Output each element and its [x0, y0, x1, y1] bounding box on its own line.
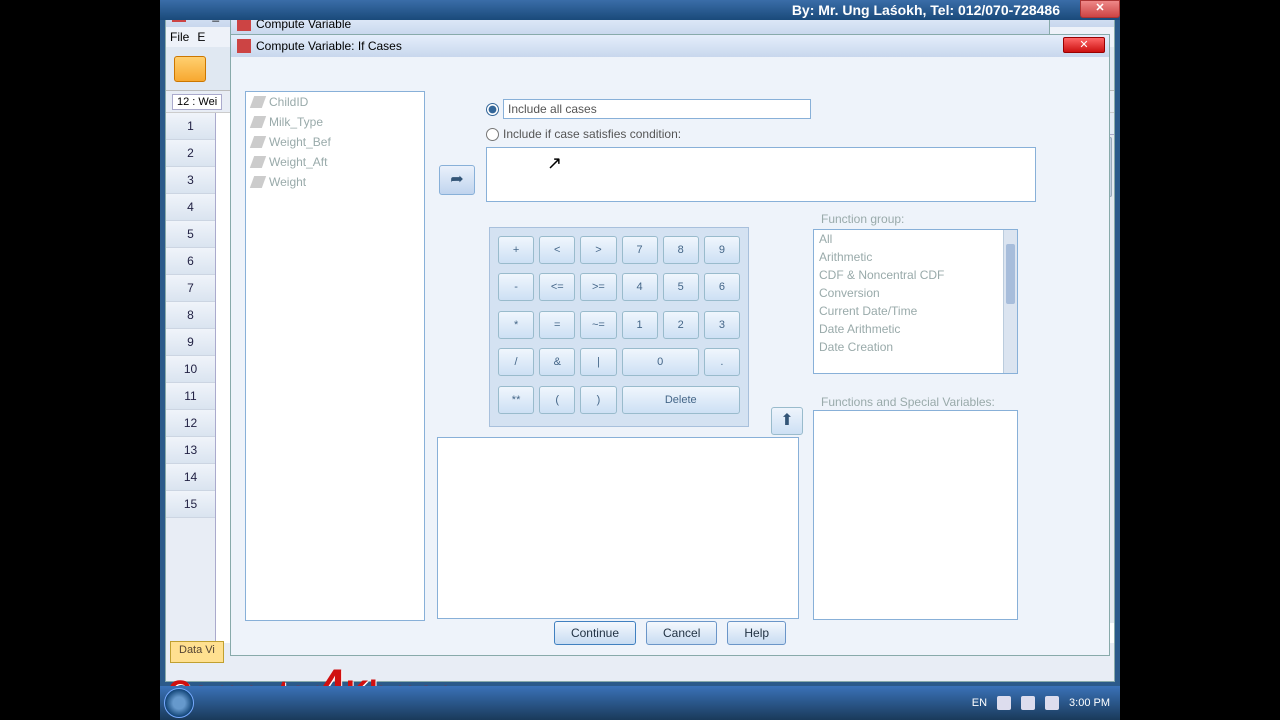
cursor-icon: [547, 153, 561, 171]
functions-special-list[interactable]: [813, 410, 1018, 620]
kp-lparen[interactable]: (: [539, 386, 575, 414]
kp-dot[interactable]: .: [704, 348, 740, 376]
kp-3[interactable]: 3: [704, 311, 740, 339]
if-cases-dialog: Compute Variable: If Cases ✕ ChildID Mil…: [230, 34, 1110, 656]
var-item[interactable]: Weight_Bef: [246, 132, 424, 152]
menu-edit[interactable]: E: [197, 30, 205, 44]
kp-1[interactable]: 1: [622, 311, 658, 339]
kp-exp[interactable]: **: [498, 386, 534, 414]
radio-all-input[interactable]: [486, 103, 499, 116]
fn-group-item[interactable]: Arithmetic: [814, 248, 1017, 266]
radio-if-input[interactable]: [486, 128, 499, 141]
fn-group-item[interactable]: Date Creation: [814, 338, 1017, 356]
fn-group-item[interactable]: CDF & Noncentral CDF: [814, 266, 1017, 284]
variable-list[interactable]: ChildID Milk_Type Weight_Bef Weight_Aft …: [245, 91, 425, 621]
kp-9[interactable]: 9: [704, 236, 740, 264]
kp-minus[interactable]: -: [498, 273, 534, 301]
radio-include-if[interactable]: Include if case satisfies condition:: [486, 127, 681, 141]
continue-button[interactable]: Continue: [554, 621, 636, 645]
var-item[interactable]: Milk_Type: [246, 112, 424, 132]
kp-mul[interactable]: *: [498, 311, 534, 339]
var-item[interactable]: ChildID: [246, 92, 424, 112]
fn-group-item[interactable]: Current Date/Time: [814, 302, 1017, 320]
kp-8[interactable]: 8: [663, 236, 699, 264]
help-button[interactable]: Help: [727, 621, 786, 645]
menu-file[interactable]: File: [170, 30, 189, 44]
tray-icon[interactable]: [997, 696, 1011, 710]
calculator-keypad: + < > 7 8 9 - <= >= 4 5 6 * = ~= 1 2 3 /…: [489, 227, 749, 427]
kp-eq[interactable]: =: [539, 311, 575, 339]
flag-icon[interactable]: [1045, 696, 1059, 710]
description-box: [437, 437, 799, 619]
kp-ne[interactable]: ~=: [580, 311, 616, 339]
condition-input[interactable]: [486, 147, 1036, 202]
kp-5[interactable]: 5: [663, 273, 699, 301]
kp-plus[interactable]: +: [498, 236, 534, 264]
kp-lt[interactable]: <: [539, 236, 575, 264]
radio-include-all[interactable]: Include all cases: [486, 99, 811, 119]
language-indicator[interactable]: EN: [972, 697, 987, 709]
fn-group-item[interactable]: Conversion: [814, 284, 1017, 302]
kp-ge[interactable]: >=: [580, 273, 616, 301]
video-banner: By: Mr. Ung Laśokh, Tel: 012/070-728486 …: [160, 0, 1120, 20]
open-icon[interactable]: [174, 56, 206, 82]
fn-group-item[interactable]: Date Arithmetic: [814, 320, 1017, 338]
var-item[interactable]: Weight_Aft: [246, 152, 424, 172]
cancel-button[interactable]: Cancel: [646, 621, 717, 645]
dialog-icon: [237, 39, 251, 53]
row-headers: 123 456 789 101112 131415: [166, 113, 216, 643]
close-button[interactable]: ✕: [1063, 37, 1105, 53]
window-close-icon[interactable]: ✕: [1080, 0, 1120, 18]
kp-le[interactable]: <=: [539, 273, 575, 301]
kp-or[interactable]: |: [580, 348, 616, 376]
kp-delete[interactable]: Delete: [622, 386, 741, 414]
var-item[interactable]: Weight: [246, 172, 424, 192]
kp-and[interactable]: &: [539, 348, 575, 376]
move-variable-button[interactable]: ➦: [439, 165, 475, 195]
dialog-titlebar: Compute Variable: If Cases ✕: [231, 35, 1109, 57]
function-special-label: Functions and Special Variables:: [821, 395, 995, 409]
function-group-label: Function group:: [821, 212, 904, 226]
fn-scrollbar[interactable]: [1003, 230, 1017, 373]
taskbar[interactable]: EN 3:00 PM: [160, 686, 1120, 720]
kp-7[interactable]: 7: [622, 236, 658, 264]
dialog-buttons: Continue Cancel Help: [231, 621, 1109, 645]
insert-function-button[interactable]: ⬆: [771, 407, 803, 435]
kp-div[interactable]: /: [498, 348, 534, 376]
function-group-list[interactable]: All Arithmetic CDF & Noncentral CDF Conv…: [813, 229, 1018, 374]
kp-0[interactable]: 0: [622, 348, 699, 376]
kp-2[interactable]: 2: [663, 311, 699, 339]
clock[interactable]: 3:00 PM: [1069, 697, 1110, 709]
volume-icon[interactable]: [1021, 696, 1035, 710]
kp-6[interactable]: 6: [704, 273, 740, 301]
kp-4[interactable]: 4: [622, 273, 658, 301]
fn-group-item[interactable]: All: [814, 230, 1017, 248]
start-button[interactable]: [164, 688, 194, 718]
kp-gt[interactable]: >: [580, 236, 616, 264]
kp-rparen[interactable]: ): [580, 386, 616, 414]
